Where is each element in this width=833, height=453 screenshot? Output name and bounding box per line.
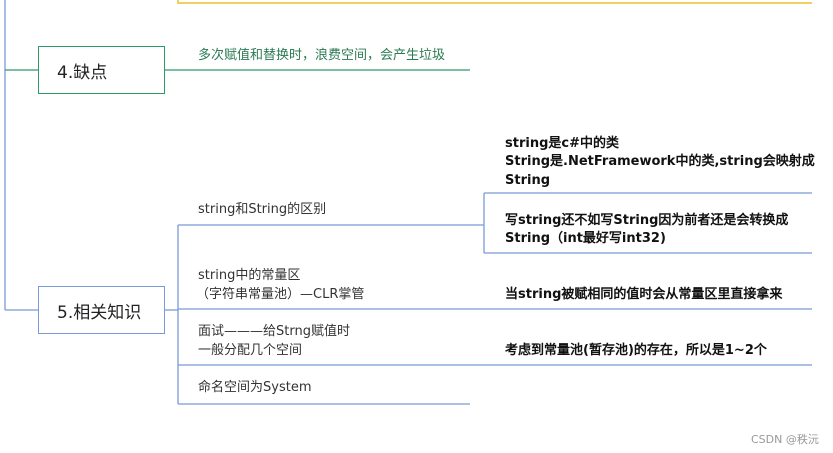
branch-interview-line-2: 一般分配几个空间 [198, 343, 303, 358]
shortcomings-detail: 多次赋值和替换时，浪费空间，会产生垃圾 [198, 48, 446, 63]
leaf-string-class-line-1: string是c#中的类 [505, 136, 619, 151]
node-related-title: 5.相关知识 [57, 302, 142, 323]
branch-constant-pool-line-1: string中的常量区 [198, 268, 301, 283]
branch-interview-line-1: 面试———给Strng赋值时 [198, 324, 350, 339]
node-related-knowledge[interactable]: 5.相关知识 [38, 286, 165, 334]
node-shortcomings-title: 4.缺点 [57, 62, 108, 83]
branch-constant-pool-line-2: （字符串常量池）—CLR掌管 [196, 287, 365, 302]
node-shortcomings[interactable]: 4.缺点 [38, 46, 165, 94]
leaf-string-class-line-3: String [505, 173, 551, 188]
watermark: CSDN @秩沅 [751, 433, 819, 446]
leaf-string-class-line-2: String是.NetFramework中的类,string会映射成 [505, 154, 815, 169]
leaf-write-String-line-1: 写string还不如写String因为前者还是会转换成 [505, 213, 789, 228]
leaf-interview-answer: 考虑到常量池(暂存池)的存在，所以是1~2个 [505, 343, 767, 358]
leaf-constant-pool: 当string被赋相同的值时会从常量区里直接拿来 [505, 287, 783, 302]
branch-string-vs-String: string和String的区别 [198, 202, 327, 217]
leaf-write-String-line-2: String（int最好写int32) [505, 231, 666, 246]
branch-namespace: 命名空间为System [198, 380, 312, 395]
